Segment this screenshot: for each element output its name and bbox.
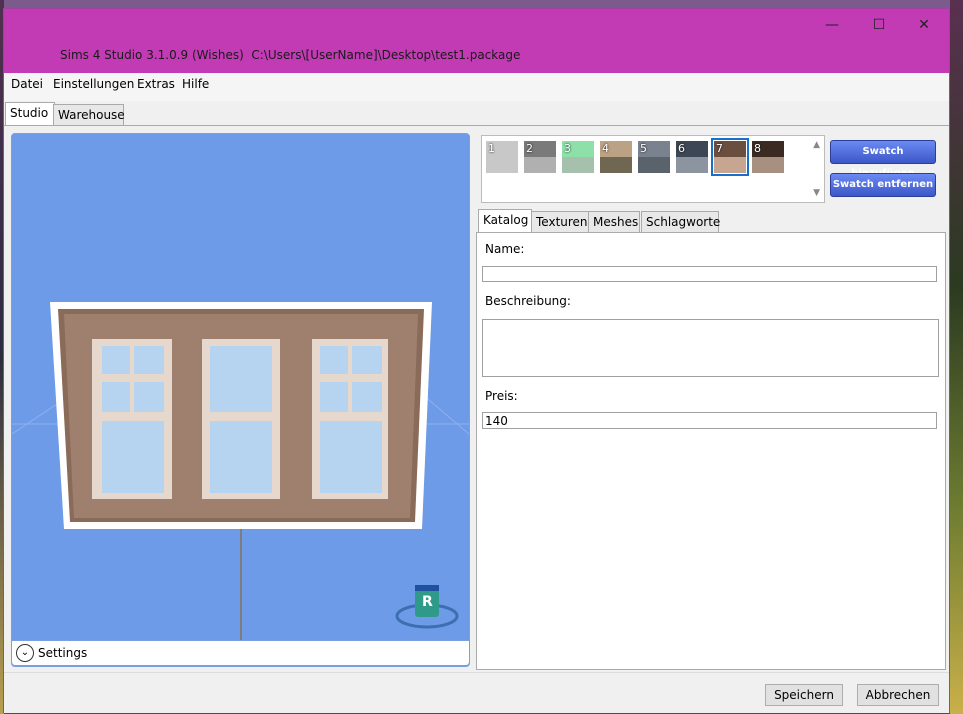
menu-hilfe[interactable]: Hilfe	[182, 77, 209, 91]
swatch-number: 7	[716, 142, 723, 155]
tab-divider	[4, 125, 949, 126]
menu-extras[interactable]: Extras	[137, 77, 175, 91]
swatch-2[interactable]: 2	[524, 141, 556, 173]
swatch-number: 5	[640, 142, 647, 155]
tab-katalog[interactable]: Katalog	[478, 209, 532, 233]
swatch-number: 4	[602, 142, 609, 155]
properties-panel: 1 2 3 4 5 6 7 8 ▲ ▼ Swatch hinzufügen Swatch en…	[476, 133, 946, 699]
menu-einstellungen[interactable]: Einstellungen	[53, 77, 134, 91]
swatch-6[interactable]: 6	[676, 141, 708, 173]
rotate-gizmo-icon[interactable]: R	[422, 594, 433, 610]
3d-preview-viewport[interactable]: R	[11, 133, 470, 667]
footer-bar: Speichern Abbrechen	[4, 672, 949, 713]
catalog-section: Katalog Texturen Meshes Schlagworte Name…	[476, 209, 946, 699]
chevron-down-icon[interactable]: ⌄	[16, 644, 34, 662]
swatch-color-bottom	[714, 157, 746, 173]
window-object-preview	[12, 302, 469, 642]
price-label: Preis:	[485, 389, 518, 403]
swatch-color-bottom	[524, 157, 556, 173]
swatch-color-bottom	[600, 157, 632, 173]
swatch-number: 3	[564, 142, 571, 155]
tab-schlagworte[interactable]: Schlagworte	[641, 211, 720, 232]
swatch-list[interactable]: 1 2 3 4 5 6 7 8 ▲ ▼	[481, 135, 825, 203]
swatch-color-bottom	[752, 157, 784, 173]
scroll-up-icon[interactable]: ▲	[813, 140, 820, 150]
swatch-8[interactable]: 8	[752, 141, 784, 173]
description-field[interactable]	[482, 319, 939, 377]
remove-swatch-button[interactable]: Swatch entfernen	[830, 173, 936, 197]
menu-datei[interactable]: Datei	[11, 77, 43, 91]
save-button[interactable]: Speichern	[765, 684, 843, 706]
minimize-button[interactable]: —	[810, 15, 854, 35]
swatch-4[interactable]: 4	[600, 141, 632, 173]
swatch-color-bottom	[562, 157, 594, 173]
swatch-5[interactable]: 5	[638, 141, 670, 173]
swatch-color-bottom	[486, 157, 518, 173]
desktop-background-right	[950, 0, 963, 714]
name-label: Name:	[485, 242, 525, 256]
title-bar[interactable]: Sims 4 Studio 3.1.0.9 (Wishes) C:\Users\…	[4, 9, 949, 73]
swatch-1[interactable]: 1	[486, 141, 518, 173]
app-window: Sims 4 Studio 3.1.0.9 (Wishes) C:\Users\…	[4, 9, 949, 713]
menu-bar: Datei Einstellungen Extras Hilfe	[4, 73, 949, 101]
tab-studio[interactable]: Studio	[5, 102, 55, 126]
close-button[interactable]: ✕	[902, 15, 946, 35]
add-swatch-button[interactable]: Swatch hinzufügen	[830, 140, 936, 179]
window-title: Sims 4 Studio 3.1.0.9 (Wishes) C:\Users\…	[60, 48, 521, 62]
description-label: Beschreibung:	[485, 294, 571, 308]
main-tab-strip: Studio Warehouse	[4, 102, 949, 126]
swatch-number: 1	[488, 142, 495, 155]
swatch-number: 8	[754, 142, 761, 155]
settings-label: Settings	[38, 646, 88, 660]
swatch-color-bottom	[676, 157, 708, 173]
tab-meshes[interactable]: Meshes	[588, 211, 640, 232]
scroll-down-icon[interactable]: ▼	[813, 188, 820, 198]
tab-warehouse[interactable]: Warehouse	[53, 104, 125, 125]
swatch-7[interactable]: 7	[711, 138, 749, 176]
swatch-color-bottom	[638, 157, 670, 173]
swatch-3[interactable]: 3	[562, 141, 594, 173]
swatch-number: 6	[678, 142, 685, 155]
name-field[interactable]	[482, 266, 937, 282]
cancel-button[interactable]: Abbrechen	[857, 684, 939, 706]
tab-texturen[interactable]: Texturen	[531, 211, 589, 232]
catalog-body: Name: Beschreibung: Preis: 140	[476, 232, 946, 670]
price-field[interactable]: 140	[482, 412, 937, 429]
swatch-number: 2	[526, 142, 533, 155]
maximize-button[interactable]: ☐	[857, 15, 901, 35]
settings-expander[interactable]: ⌄ Settings	[11, 640, 470, 666]
